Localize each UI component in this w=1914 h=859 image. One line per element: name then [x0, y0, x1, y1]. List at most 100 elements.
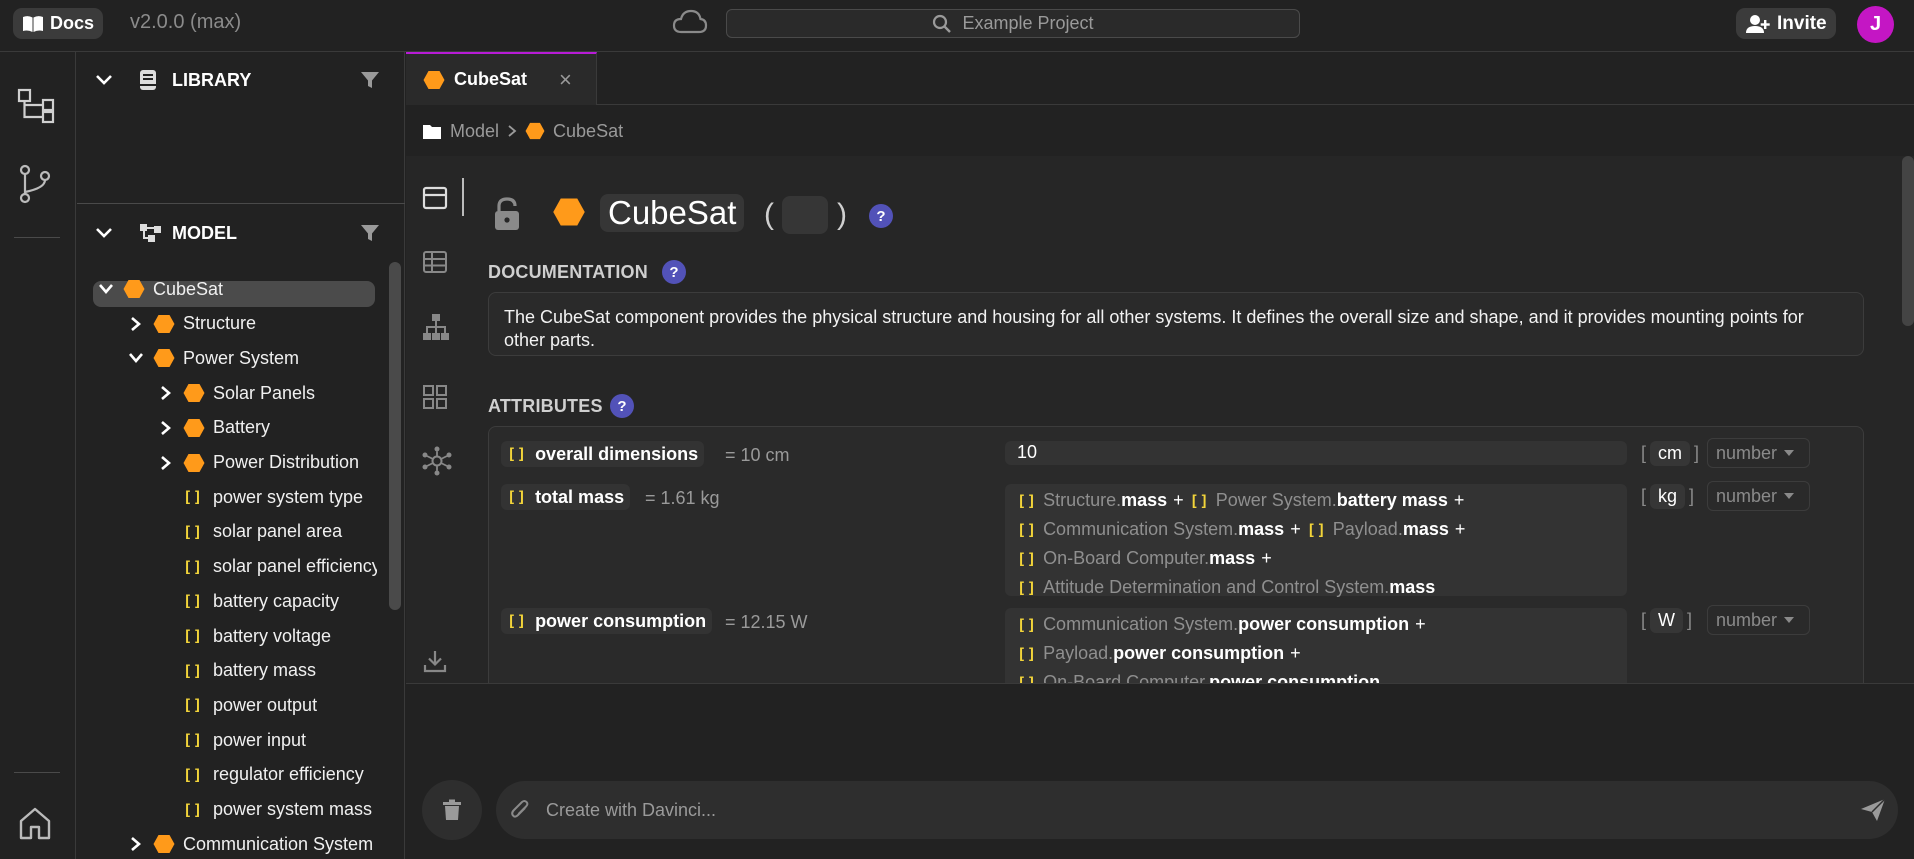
- unit-value: W: [1650, 608, 1684, 633]
- term-attribute[interactable]: power consumption: [1113, 643, 1284, 663]
- tree-item-component[interactable]: Structure: [125, 309, 256, 339]
- breadcrumb-model[interactable]: Model: [450, 121, 499, 142]
- chevron-down-icon[interactable]: [98, 283, 114, 295]
- type-select[interactable]: number: [1707, 605, 1810, 635]
- filter-icon[interactable]: [360, 223, 380, 243]
- close-icon[interactable]: ×: [559, 67, 572, 93]
- cloud-icon[interactable]: [672, 8, 708, 41]
- clear-chat-button[interactable]: [422, 780, 482, 840]
- unit-value: cm: [1650, 441, 1691, 466]
- model-tree-icon[interactable]: [17, 88, 57, 129]
- grid-icon[interactable]: [422, 384, 448, 410]
- tree-item-attribute[interactable]: [] power output: [155, 690, 317, 720]
- chevron-right-icon[interactable]: [160, 420, 172, 436]
- chevron-right-icon[interactable]: [160, 385, 172, 401]
- model-title: MODEL: [172, 222, 237, 243]
- book-icon: [23, 15, 43, 32]
- term-attribute[interactable]: power consumption: [1238, 614, 1409, 634]
- download-icon[interactable]: [422, 648, 448, 674]
- attachment-icon[interactable]: [510, 799, 530, 821]
- term-attribute[interactable]: battery mass: [1337, 490, 1448, 510]
- chevron-right-icon[interactable]: [130, 836, 142, 852]
- term-attribute[interactable]: mass: [1121, 490, 1167, 510]
- filter-icon[interactable]: [360, 70, 380, 90]
- hierarchy-icon[interactable]: [422, 313, 450, 341]
- lock-icon[interactable]: [492, 196, 522, 232]
- component-alias-field[interactable]: [782, 196, 828, 234]
- attribute-name-text: total mass: [535, 486, 625, 507]
- attribute-name[interactable]: [] total mass: [501, 484, 631, 510]
- project-search[interactable]: Example Project: [726, 9, 1300, 38]
- library-header[interactable]: LIBRARY: [77, 60, 405, 100]
- tree-item-label: Structure: [183, 313, 257, 334]
- chat-input[interactable]: Create with Davinci...: [496, 781, 1898, 839]
- network-icon[interactable]: [422, 446, 452, 476]
- attribute-name[interactable]: [] power consumption: [501, 608, 713, 634]
- user-avatar[interactable]: J: [1857, 6, 1894, 43]
- expression-input[interactable]: 10: [1005, 441, 1627, 465]
- unit-field[interactable]: [kg]: [1641, 484, 1694, 509]
- expression-input[interactable]: [] Communication System.power consumption…: [1005, 608, 1627, 683]
- tab-cubesat[interactable]: CubeSat ×: [406, 52, 597, 105]
- tree-item-component[interactable]: Solar Panels: [155, 378, 315, 408]
- tree-item-attribute[interactable]: [] battery voltage: [155, 621, 331, 651]
- term-attribute[interactable]: mass: [1403, 519, 1449, 539]
- type-value: number: [1716, 442, 1778, 463]
- unit-field[interactable]: [cm]: [1641, 441, 1699, 466]
- editor-scrollbar[interactable]: [1902, 156, 1914, 326]
- term-attribute[interactable]: mass: [1389, 577, 1435, 597]
- tree-item-attribute[interactable]: [] battery mass: [155, 656, 316, 686]
- caret-down-icon: [1784, 450, 1795, 456]
- documentation-text[interactable]: The CubeSat component provides the physi…: [488, 292, 1864, 356]
- card-view-icon[interactable]: [422, 186, 448, 210]
- tree-scrollbar[interactable]: [389, 262, 401, 610]
- branch-icon[interactable]: [17, 164, 53, 209]
- type-select[interactable]: number: [1707, 438, 1810, 468]
- tree-item-attribute[interactable]: [] solar panel area: [155, 517, 342, 547]
- help-icon[interactable]: ?: [869, 204, 893, 228]
- tree-item-label: solar panel efficiency: [213, 556, 377, 577]
- section-divider: [77, 203, 405, 204]
- type-value: number: [1716, 609, 1778, 630]
- tree-item-component[interactable]: Battery: [155, 413, 270, 443]
- tree-item-attribute[interactable]: [] solar panel efficiency: [155, 552, 377, 582]
- invite-button[interactable]: Invite: [1736, 8, 1836, 39]
- close-paren: ): [837, 198, 847, 231]
- attribute-name[interactable]: [] overall dimensions: [501, 441, 705, 467]
- type-select[interactable]: number: [1707, 481, 1810, 511]
- tree-item-component[interactable]: Power Distribution: [155, 448, 359, 478]
- attribute-icon: []: [183, 731, 204, 750]
- docs-button[interactable]: Docs: [13, 8, 104, 39]
- term-attribute[interactable]: power consumption: [1209, 672, 1380, 683]
- component-title[interactable]: CubeSat: [600, 194, 745, 232]
- caret-down-icon: [1784, 493, 1795, 499]
- editor-toolbar: [406, 156, 464, 683]
- help-icon[interactable]: ?: [610, 394, 634, 418]
- help-icon[interactable]: ?: [662, 260, 686, 284]
- breadcrumb-current[interactable]: CubeSat: [553, 121, 623, 142]
- term-attribute[interactable]: mass: [1238, 519, 1284, 539]
- attribute-name-text: overall dimensions: [535, 443, 699, 464]
- tree-item-component[interactable]: Power System: [125, 343, 299, 373]
- term-attribute[interactable]: mass: [1209, 548, 1255, 568]
- chevron-down-icon[interactable]: [128, 352, 144, 364]
- tree-item-attribute[interactable]: [] regulator efficiency: [155, 760, 364, 790]
- chevron-down-icon[interactable]: [94, 226, 114, 240]
- tree-item-attribute[interactable]: [] power system mass: [155, 795, 372, 825]
- tree-item-label: battery voltage: [213, 625, 332, 646]
- tree-item-component[interactable]: Communication System: [125, 829, 373, 859]
- chevron-right-icon[interactable]: [160, 455, 172, 471]
- tree-item-attribute[interactable]: [] power system type: [155, 482, 363, 512]
- chevron-down-icon[interactable]: [94, 73, 114, 87]
- table-icon[interactable]: [422, 250, 448, 274]
- send-icon[interactable]: [1860, 798, 1886, 822]
- tree-item-attribute[interactable]: [] battery capacity: [155, 586, 339, 616]
- tree-item-attribute[interactable]: [] power input: [155, 725, 306, 755]
- expression-input[interactable]: [] Structure.mass +[] Power System.battery …: [1005, 484, 1627, 597]
- model-header[interactable]: MODEL: [77, 213, 405, 253]
- unit-field[interactable]: [W]: [1641, 608, 1692, 633]
- tree-item-component[interactable]: CubeSat: [95, 274, 223, 304]
- chevron-right-icon[interactable]: [130, 316, 142, 332]
- docs-label: Docs: [50, 13, 95, 33]
- home-icon[interactable]: [17, 805, 53, 846]
